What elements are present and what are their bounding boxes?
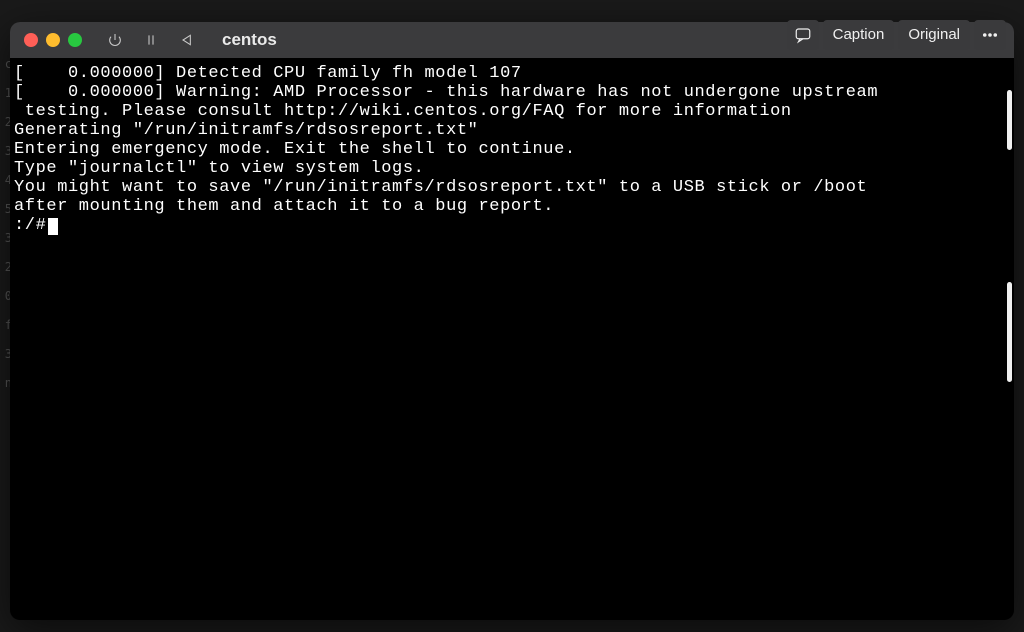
zoom-icon[interactable] [68,33,82,47]
terminal-line: Entering emergency mode. Exit the shell … [14,140,1010,159]
traffic-lights [24,33,82,47]
pause-icon[interactable] [142,31,160,49]
minimize-icon[interactable] [46,33,60,47]
cursor-icon [48,218,58,235]
original-button-label: Original [908,25,960,45]
original-button[interactable]: Original [898,20,970,50]
comment-icon[interactable] [787,20,819,50]
window-title: centos [222,30,277,50]
scrollbar-thumb[interactable] [1007,90,1012,150]
vm-window: centos [ 0.000000] Detected CPU family f… [10,22,1014,620]
terminal-line: testing. Please consult http://wiki.cent… [14,102,1010,121]
terminal-line: after mounting them and attach it to a b… [14,197,1010,216]
more-icon[interactable] [974,20,1006,50]
power-icon[interactable] [106,31,124,49]
terminal-line: Generating "/run/initramfs/rdsosreport.t… [14,121,1010,140]
terminal-line: Type "journalctl" to view system logs. [14,159,1010,178]
close-icon[interactable] [24,33,38,47]
overlay-button-group: Caption Original [787,20,1006,50]
vm-controls [106,31,196,49]
scrollbar-thumb[interactable] [1007,282,1012,382]
caption-button-label: Caption [833,25,885,45]
terminal-line: [ 0.000000] Detected CPU family fh model… [14,64,1010,83]
caption-button[interactable]: Caption [823,20,895,50]
terminal-output[interactable]: [ 0.000000] Detected CPU family fh model… [10,58,1014,620]
back-icon[interactable] [178,31,196,49]
terminal-line: :/# [14,216,1010,235]
terminal-line: [ 0.000000] Warning: AMD Processor - thi… [14,83,1010,102]
terminal-line: You might want to save "/run/initramfs/r… [14,178,1010,197]
